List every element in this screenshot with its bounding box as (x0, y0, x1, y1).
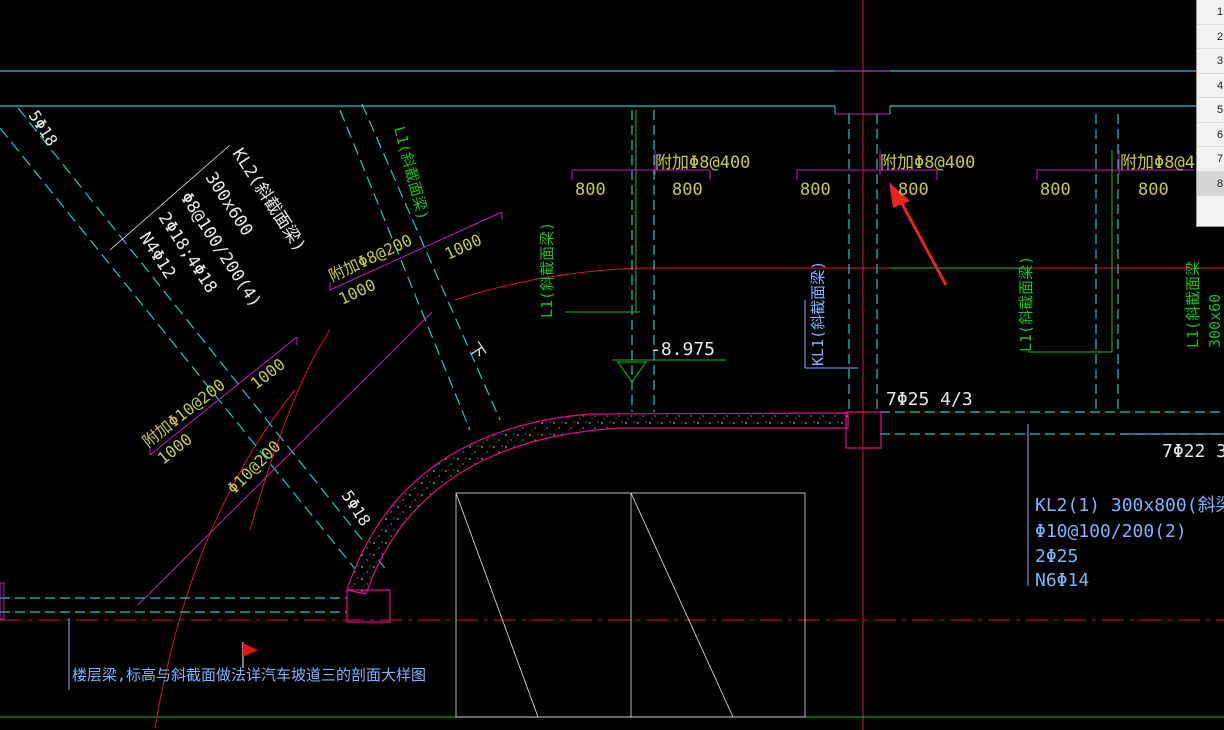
kl2-right-annotation: KL2(1) 300x800(斜梁) Φ10@100/200(2) 2Φ25 N… (1035, 495, 1224, 591)
left-edge-marker (0, 582, 5, 620)
svg-text:Φ10@100/200(2): Φ10@100/200(2) (1035, 521, 1187, 542)
svg-text:5Φ18: 5Φ18 (338, 487, 375, 530)
svg-text:附加Φ8@400: 附加Φ8@400 (880, 153, 975, 173)
svg-text:下: 下 (465, 339, 490, 363)
vertical-beam-labels: L1(斜截面梁) L1(斜截面梁) L1(斜截面梁 300x60 (538, 222, 1224, 352)
svg-text:-8.975: -8.975 (650, 339, 715, 360)
svg-text:Φ10@200: Φ10@200 (223, 437, 284, 498)
list-item[interactable]: 4 (1197, 74, 1224, 98)
svg-text:800: 800 (672, 180, 703, 200)
svg-text:L1(斜截面梁: L1(斜截面梁 (1184, 261, 1202, 348)
cad-drawing-canvas[interactable]: KL2(斜截面梁) 300x600 Φ8@100/200(4) 2Φ18;4Φ1… (0, 0, 1224, 730)
svg-text:KL1(斜截面梁): KL1(斜截面梁) (809, 261, 827, 366)
svg-text:N6Φ14: N6Φ14 (1035, 570, 1089, 591)
svg-text:附加Φ8@40: 附加Φ8@40 (1120, 153, 1205, 173)
svg-text:L1(斜截面梁): L1(斜截面梁) (390, 124, 432, 222)
list-item[interactable]: 7 (1197, 147, 1224, 172)
svg-text:KL2(1) 300x800(斜梁): KL2(1) 300x800(斜梁) (1035, 495, 1224, 516)
curved-ramp (346, 411, 882, 623)
list-item[interactable]: 3 (1197, 49, 1224, 74)
svg-text:800: 800 (1138, 180, 1169, 200)
list-item[interactable]: 2 (1197, 25, 1224, 49)
list-item[interactable]: 6 (1197, 123, 1224, 147)
svg-text:附加Φ8@400: 附加Φ8@400 (655, 153, 750, 173)
svg-text:800: 800 (898, 180, 929, 200)
elevation-marker (612, 359, 726, 383)
list-item[interactable]: 5 (1197, 98, 1224, 123)
kl2-left-annotation: KL2(斜截面梁) 300x600 Φ8@100/200(4) 2Φ18;4Φ1… (109, 144, 309, 311)
svg-text:800: 800 (575, 180, 606, 200)
list-item[interactable]: 1 (1197, 0, 1224, 25)
svg-text:7Φ22 3: 7Φ22 3 (1162, 441, 1224, 462)
svg-text:L1(斜截面梁): L1(斜截面梁) (1017, 256, 1035, 352)
svg-text:800: 800 (1040, 180, 1071, 200)
svg-text:1000: 1000 (442, 230, 485, 264)
svg-text:5Φ18: 5Φ18 (25, 107, 62, 150)
svg-text:300x60: 300x60 (1206, 294, 1224, 348)
kl1-vertical-label: KL1(斜截面梁) (809, 261, 827, 366)
flag-icon (242, 642, 258, 668)
list-footer (1197, 196, 1224, 226)
svg-text:楼层梁,标高与斜截面做法详汽车坡道三的剖面大样图: 楼层梁,标高与斜截面做法详汽车坡道三的剖面大样图 (72, 666, 426, 684)
axis-lines (0, 0, 1224, 730)
list-item-selected[interactable]: 8 (1197, 171, 1224, 196)
svg-text:L1(斜截面梁): L1(斜截面梁) (538, 222, 556, 318)
svg-text:7Φ25 4/3: 7Φ25 4/3 (886, 389, 973, 410)
ramp-box (455, 492, 806, 718)
top-rebar-labels: 附加Φ8@400 附加Φ8@400 附加Φ8@40 800 800 800 80… (575, 153, 1205, 200)
layer-list-panel[interactable]: 1 2 3 4 5 6 7 8 (1196, 0, 1224, 227)
svg-text:2Φ25: 2Φ25 (1035, 546, 1078, 567)
white-labels: -8.975 7Φ25 4/3 7Φ22 3 (650, 339, 1224, 462)
floor-beam-note: 楼层梁,标高与斜截面做法详汽车坡道三的剖面大样图 (72, 666, 426, 684)
l1-diagonal-label: L1(斜截面梁) (390, 124, 432, 222)
svg-text:800: 800 (800, 180, 831, 200)
